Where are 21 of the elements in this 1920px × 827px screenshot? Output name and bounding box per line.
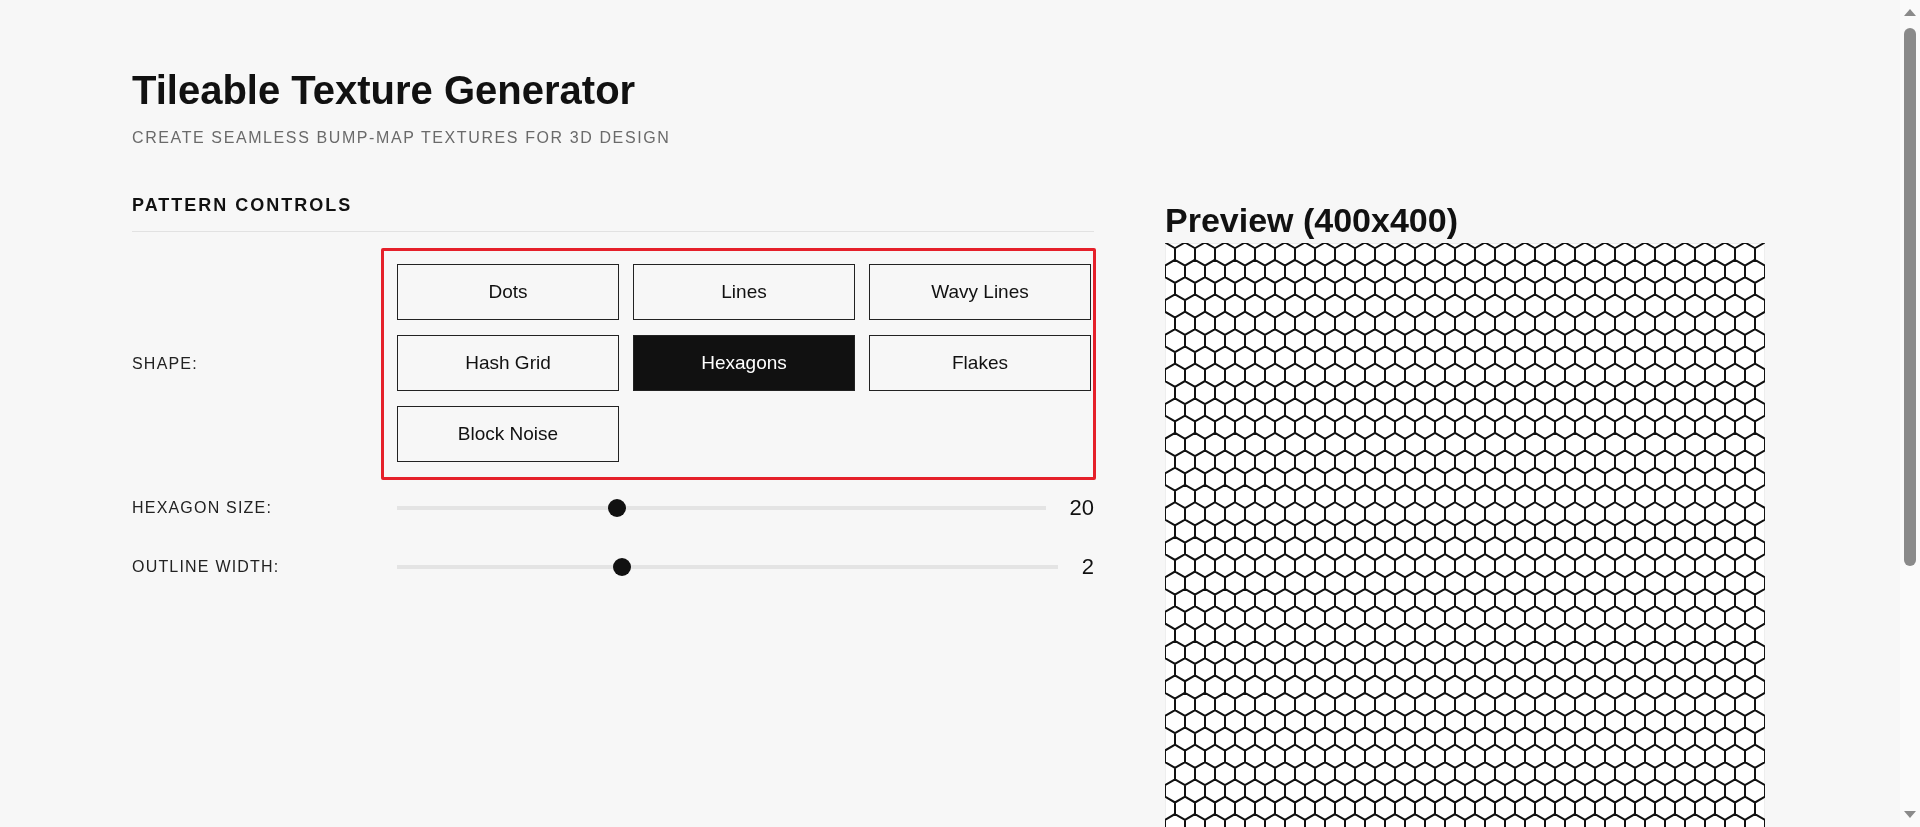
page-subtitle: CREATE SEAMLESS BUMP-MAP TEXTURES FOR 3D DESIGN — [132, 128, 672, 148]
shape-label: SHAPE: — [132, 355, 199, 373]
slider-value: 2 — [1081, 554, 1094, 580]
shape-option-button[interactable]: Lines — [633, 264, 855, 320]
slider-value: 20 — [1069, 495, 1094, 521]
preview-heading: Preview (400x400) — [1165, 200, 1459, 241]
scroll-down-icon[interactable] — [1903, 810, 1917, 819]
shape-option-button[interactable]: Hash Grid — [397, 335, 619, 391]
scroll-up-icon[interactable] — [1903, 8, 1917, 17]
shape-option-button[interactable]: Flakes — [869, 335, 1091, 391]
scrollbar-thumb[interactable] — [1904, 28, 1916, 566]
shape-option-button[interactable]: Dots — [397, 264, 619, 320]
shape-option-button[interactable]: Hexagons — [633, 335, 855, 391]
slider-label: HEXAGON SIZE: — [132, 499, 274, 517]
slider-label: OUTLINE WIDTH: — [132, 558, 281, 576]
shape-option-button[interactable]: Wavy Lines — [869, 264, 1091, 320]
section-heading: PATTERN CONTROLS — [132, 193, 1094, 232]
shape-option-button[interactable]: Block Noise — [397, 406, 619, 462]
slider-thumb[interactable] — [612, 558, 631, 576]
page-title: Tileable Texture Generator — [132, 67, 637, 114]
slider-thumb[interactable] — [608, 499, 627, 517]
